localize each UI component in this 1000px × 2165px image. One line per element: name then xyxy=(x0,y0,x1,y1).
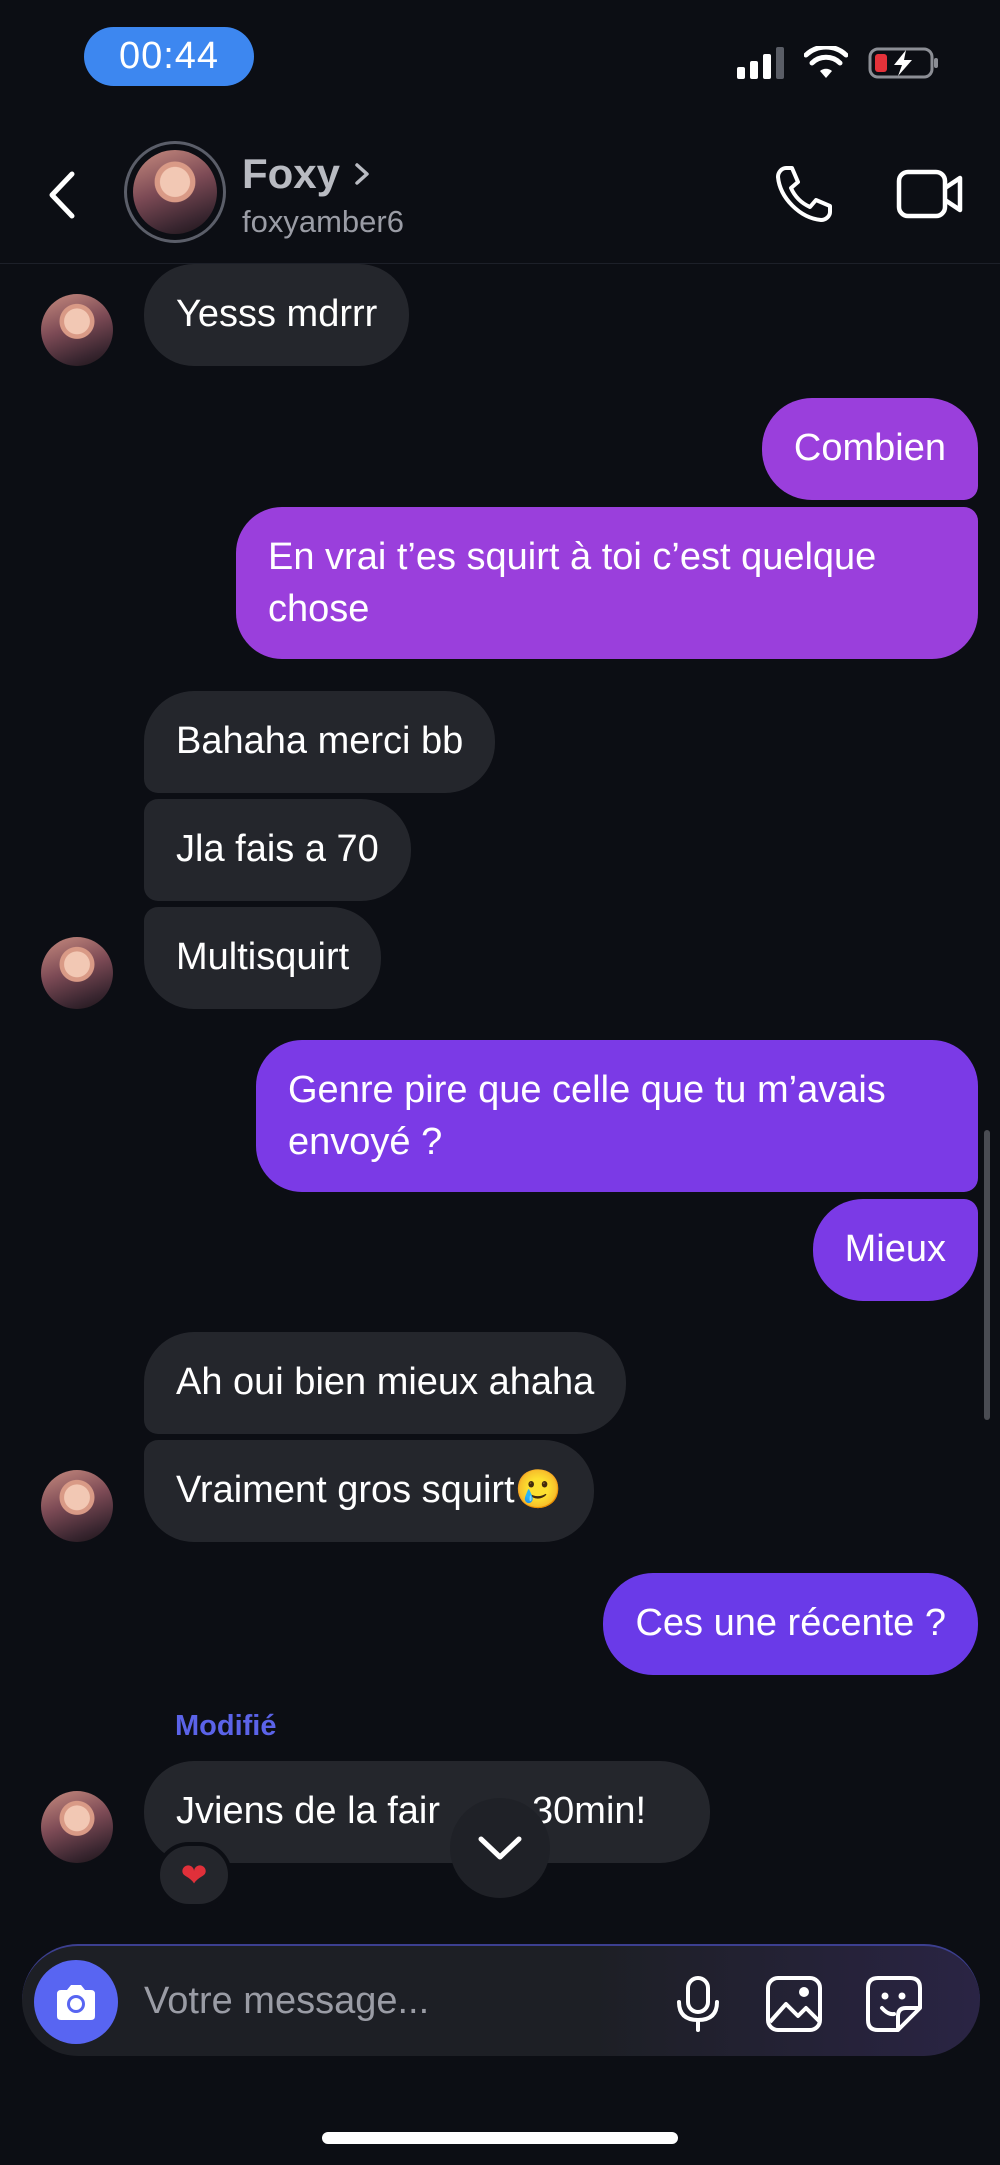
message-incoming[interactable]: Yesss mdrrr xyxy=(144,264,410,366)
heart-reaction[interactable]: ❤ xyxy=(156,1842,232,1908)
message-outgoing[interactable]: Ces une récente ? xyxy=(603,1573,978,1675)
message-outgoing[interactable]: Genre pire que celle que tu m’avais envo… xyxy=(256,1040,978,1192)
contact-avatar-small[interactable] xyxy=(41,1470,113,1542)
message-incoming[interactable]: Ah oui bien mieux ahaha xyxy=(144,1332,627,1434)
scrollbar[interactable] xyxy=(984,1130,990,1420)
message-incoming[interactable]: Vraiment gros squirt🥲 xyxy=(144,1440,594,1542)
video-camera-icon[interactable] xyxy=(896,164,964,224)
message-incoming[interactable]: Jviens de la fair 30min! xyxy=(144,1761,710,1863)
message-incoming[interactable]: Jla fais a 70 xyxy=(144,799,411,901)
message-outgoing[interactable]: Mieux xyxy=(812,1199,978,1301)
contact-avatar-small[interactable] xyxy=(41,294,113,366)
chat-header: Foxy foxyamber6 xyxy=(0,130,1000,264)
wifi-icon xyxy=(804,46,848,78)
camera-button[interactable] xyxy=(34,1960,118,2044)
contact-avatar-small[interactable] xyxy=(41,1791,113,1863)
sticker-icon[interactable] xyxy=(864,1974,924,2034)
edited-label: Modifié xyxy=(175,1710,277,1742)
chevron-down-icon xyxy=(478,1836,522,1860)
contact-username: foxyamber6 xyxy=(242,204,404,239)
home-indicator[interactable] xyxy=(322,2132,678,2144)
battery-charging-icon xyxy=(868,47,938,79)
microphone-icon[interactable] xyxy=(670,1974,726,2034)
message-input[interactable] xyxy=(144,1976,644,2026)
status-time: 00:44 xyxy=(84,27,254,86)
status-icons xyxy=(737,46,940,80)
message-outgoing[interactable]: Combien xyxy=(761,398,978,500)
chevron-right-icon xyxy=(355,163,369,185)
scroll-down-button[interactable] xyxy=(450,1798,550,1898)
contact-avatar[interactable] xyxy=(124,141,226,243)
message-outgoing[interactable]: En vrai t’es squirt à toi c’est quelque … xyxy=(236,507,978,659)
crying-face-emoji: 🥲 xyxy=(514,1469,562,1511)
cellular-signal-icon xyxy=(737,47,784,79)
message-composer xyxy=(22,1944,980,2056)
chevron-left-icon[interactable] xyxy=(38,160,88,230)
phone-icon[interactable] xyxy=(772,162,836,226)
image-icon[interactable] xyxy=(764,1974,824,2034)
message-incoming[interactable]: Multisquirt xyxy=(144,907,382,1009)
contact-name[interactable]: Foxy xyxy=(242,150,372,198)
message-incoming[interactable]: Bahaha merci bb xyxy=(144,691,496,793)
camera-icon xyxy=(57,1985,95,2020)
contact-avatar-small[interactable] xyxy=(41,937,113,1009)
